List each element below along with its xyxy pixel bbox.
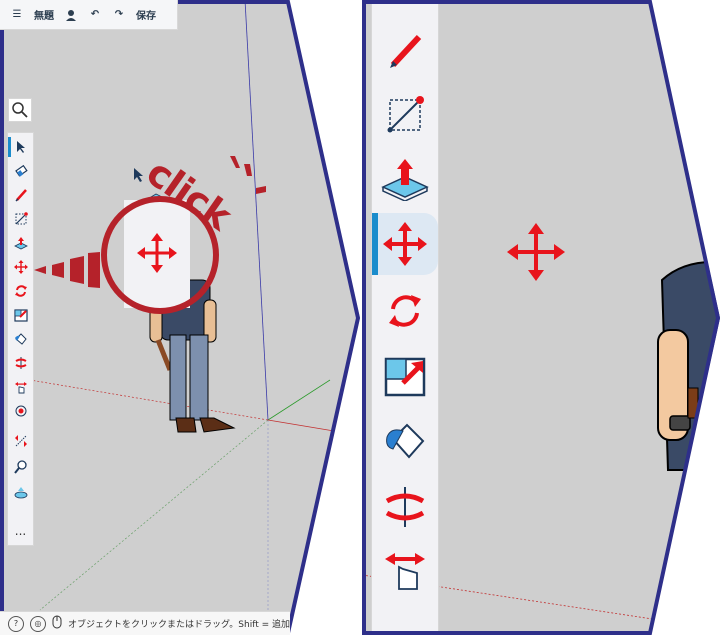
scale-icon: [384, 357, 426, 397]
line-tool-zoomed[interactable]: [372, 84, 438, 146]
tutorial-figure: ☰ 無題 ↶ ↷ 保存 ... click ? ◎ オブジェクトをクリックまたは…: [0, 0, 722, 635]
move-cursor-icon: [507, 223, 565, 281]
left-scene-art: [34, 156, 266, 433]
help-icon[interactable]: ?: [8, 615, 24, 632]
orbit-tool-zoomed[interactable]: [372, 476, 438, 538]
tool-sidebar-zoomed: [371, 0, 439, 635]
push-pull-icon: [381, 159, 429, 201]
pencil-tool-zoomed[interactable]: [372, 20, 438, 82]
push-pull-tool-zoomed[interactable]: [372, 148, 438, 210]
scale-tool-zoomed[interactable]: [372, 346, 438, 408]
status-bar: ? ◎ オブジェクトをクリックまたはドラッグ。Shift = 追加: [0, 611, 290, 635]
person-figure-partial: [657, 261, 720, 471]
pointer-wedges: [34, 252, 100, 288]
rotate-icon: [389, 295, 421, 327]
line-icon: [387, 96, 424, 133]
orbit-icon: [385, 487, 425, 527]
move-arrows-icon: [383, 222, 427, 266]
pan-hand-icon: [385, 553, 425, 590]
globe-icon[interactable]: ◎: [30, 615, 46, 632]
paint-bucket-tool-zoomed[interactable]: [372, 410, 438, 472]
move-tool-zoomed[interactable]: [372, 213, 438, 275]
pan-tool-zoomed[interactable]: [372, 540, 438, 602]
pencil-icon: [390, 34, 422, 68]
mouse-icon: [52, 614, 62, 633]
paint-bucket-icon: [386, 423, 425, 459]
status-message: オブジェクトをクリックまたはドラッグ。Shift = 追加: [68, 620, 291, 630]
rotate-tool-zoomed[interactable]: [372, 280, 438, 342]
